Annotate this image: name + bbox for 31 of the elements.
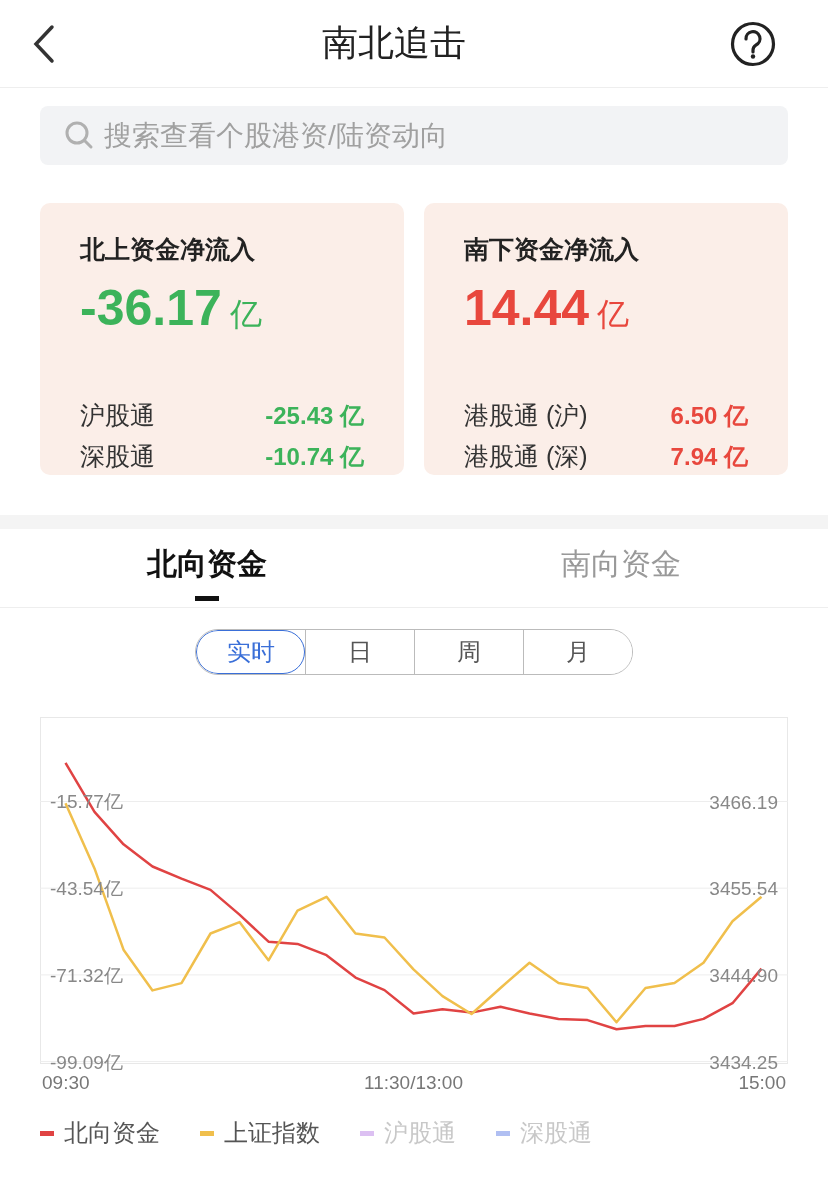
axis-label: 09:30 xyxy=(42,1072,90,1093)
channel-label: 港股通 (沪) xyxy=(464,400,588,431)
axis-label: 11:30/13:00 xyxy=(364,1072,463,1093)
page-title: 南北追击 xyxy=(322,21,466,65)
axis-label: 3434.25 xyxy=(709,1051,778,1073)
channel-label: 沪股通 xyxy=(80,400,155,431)
axis-label: -71.32亿 xyxy=(50,964,123,986)
net-inflow-value: 14.44 xyxy=(464,279,590,337)
channel-value: -10.74 亿 xyxy=(265,441,364,472)
search-icon xyxy=(64,120,94,150)
channel-label: 深股通 xyxy=(80,441,155,472)
card-title: 南下资金净流入 xyxy=(464,234,639,265)
tab[interactable]: 北向资金 xyxy=(0,529,414,607)
channel-value: 7.94 亿 xyxy=(670,441,748,472)
card-title: 北上资金净流入 xyxy=(80,234,255,265)
search-field[interactable]: 搜索查看个股港资/陆资动向 xyxy=(40,106,788,165)
help-icon[interactable] xyxy=(730,20,776,67)
axis-label: 3455.54 xyxy=(709,878,778,900)
axis-label: 15:00 xyxy=(738,1072,786,1093)
unit-label: 亿 xyxy=(597,295,630,334)
channel-value: 6.50 亿 xyxy=(670,400,748,431)
period-segment[interactable]: 实时 xyxy=(196,630,305,674)
channel-value: -25.43 亿 xyxy=(265,400,364,431)
channel-label: 港股通 (深) xyxy=(464,441,588,472)
legend-item[interactable]: 北向资金 xyxy=(64,1117,160,1149)
period-segment[interactable]: 月 xyxy=(523,630,632,674)
unit-label: 亿 xyxy=(229,295,262,334)
net-inflow-value: -36.17 xyxy=(80,279,222,337)
axis-label: -99.09亿 xyxy=(50,1051,123,1073)
axis-label: 3466.19 xyxy=(709,791,778,813)
legend-item[interactable]: 上证指数 xyxy=(224,1117,320,1149)
